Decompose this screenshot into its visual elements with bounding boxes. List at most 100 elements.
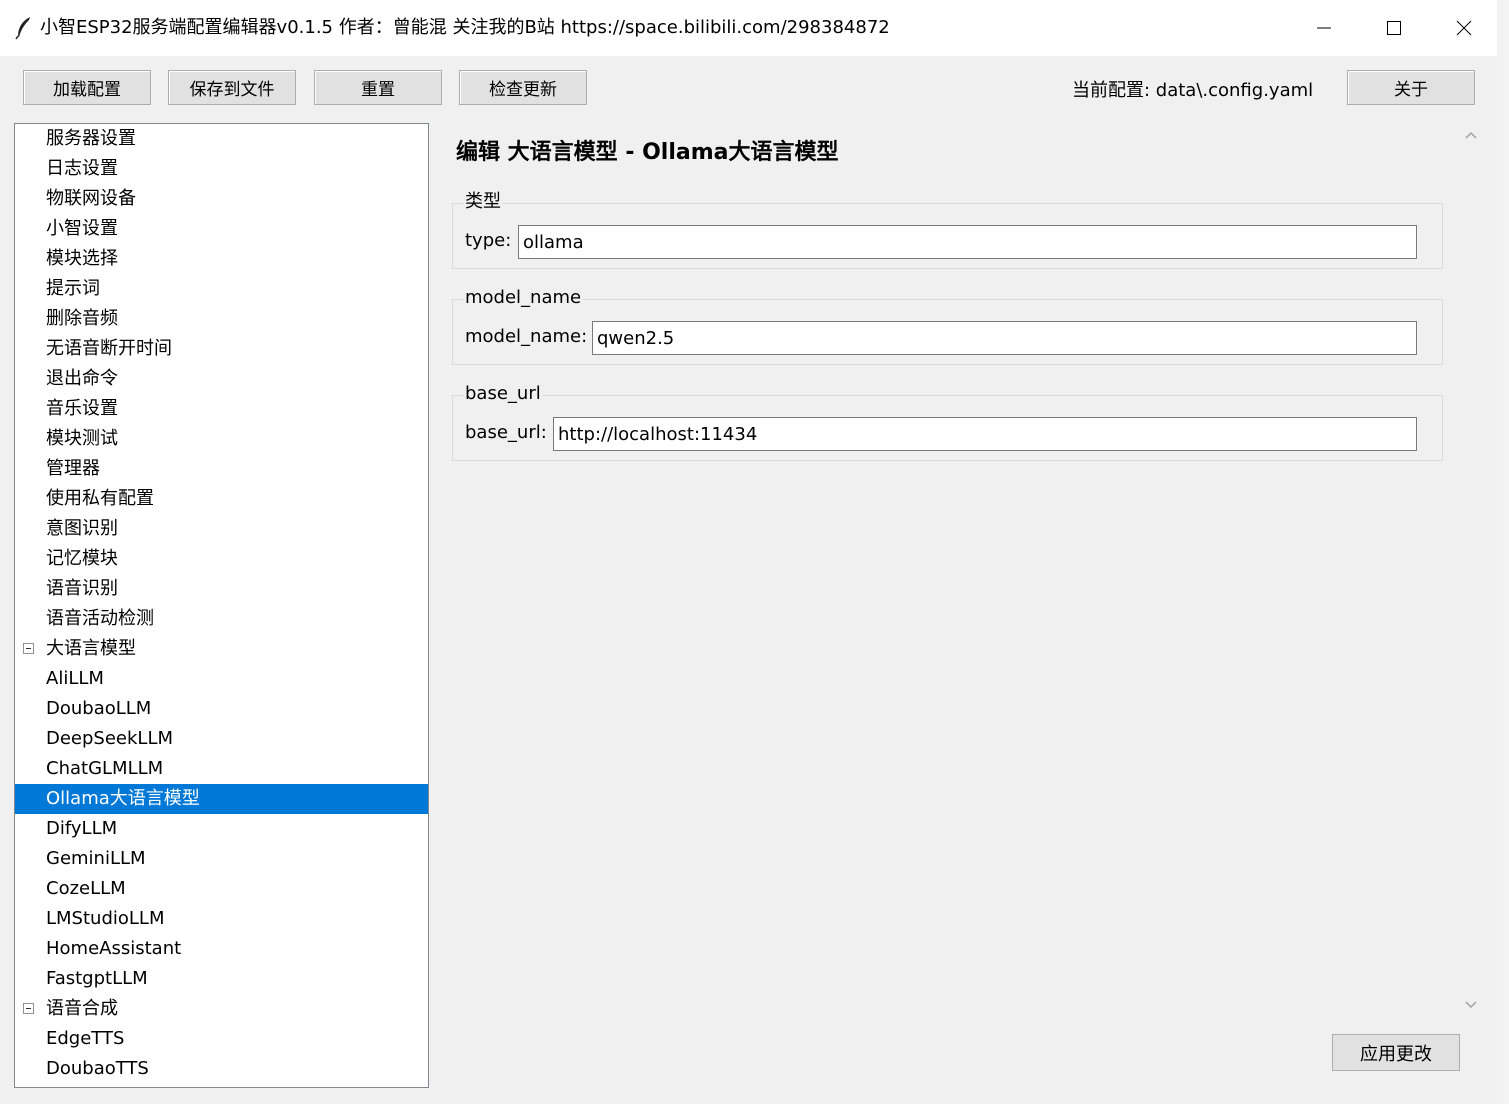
tree-item-label: HomeAssistant <box>46 938 182 959</box>
type-input[interactable] <box>518 225 1417 259</box>
tree-item-label: 物联网设备 <box>46 188 136 209</box>
tree-item[interactable]: HomeAssistant <box>15 934 428 964</box>
model-name-label: model_name: <box>465 326 588 347</box>
tree-item-label: 模块测试 <box>46 428 118 449</box>
tree-item[interactable]: EdgeTTS <box>15 1024 428 1054</box>
group-legend: base_url <box>463 382 543 406</box>
tree-item[interactable]: 模块选择 <box>15 244 428 274</box>
tree-item-label: 语音识别 <box>46 578 118 599</box>
tree-item-label: 删除音频 <box>46 308 118 329</box>
main-window: 小智ESP32服务端配置编辑器v0.1.5 作者：曾能混 关注我的B站 http… <box>0 0 1498 1104</box>
scroll-down-icon[interactable] <box>1463 996 1479 1012</box>
tree-item[interactable]: GeminiLLM <box>15 844 428 874</box>
tree-item-label: DeepSeekLLM <box>46 728 174 749</box>
tree-item-label: 音乐设置 <box>46 398 118 419</box>
tree-item[interactable]: 日志设置 <box>15 154 428 184</box>
tree-item[interactable]: CozeLLM <box>15 874 428 904</box>
type-label: type: <box>465 230 512 251</box>
tree-item-label: DoubaoLLM <box>46 698 152 719</box>
tree-item[interactable]: 小智设置 <box>15 214 428 244</box>
tree-item[interactable]: 服务器设置 <box>15 124 428 154</box>
current-config-label: 当前配置: data\.config.yaml <box>1072 80 1314 101</box>
tree-item[interactable]: AliLLM <box>15 664 428 694</box>
base-url-group: base_url base_url: <box>452 382 1443 461</box>
tree-item-label: 大语言模型 <box>46 638 136 659</box>
tree-item[interactable]: DoubaoLLM <box>15 694 428 724</box>
apply-changes-button[interactable]: 应用更改 <box>1332 1034 1460 1071</box>
close-button[interactable] <box>1429 0 1499 56</box>
tree-item-label: 意图识别 <box>46 518 118 539</box>
tree-item[interactable]: DeepSeekLLM <box>15 724 428 754</box>
about-button[interactable]: 关于 <box>1347 70 1475 105</box>
tree-item[interactable]: DifyLLM <box>15 814 428 844</box>
background-window-edge <box>1497 0 1509 1104</box>
group-legend: model_name <box>463 286 584 310</box>
base-url-label: base_url: <box>465 422 547 443</box>
tree-item[interactable]: 意图识别 <box>15 514 428 544</box>
tree-item[interactable]: LMStudioLLM <box>15 904 428 934</box>
scroll-up-icon[interactable] <box>1463 128 1479 144</box>
tree-item-label: 提示词 <box>46 278 100 299</box>
tree-item-label: FastgptLLM <box>46 968 148 989</box>
tree-item-label: 退出命令 <box>46 368 118 389</box>
maximize-icon <box>1387 21 1401 35</box>
tree-item-label: 小智设置 <box>46 218 118 239</box>
tree-item[interactable]: 语音活动检测 <box>15 604 428 634</box>
tree-item[interactable]: ChatGLMLLM <box>15 754 428 784</box>
tree-item-label: EdgeTTS <box>46 1028 125 1049</box>
tree-item-label: LMStudioLLM <box>46 908 165 929</box>
save-to-file-button[interactable]: 保存到文件 <box>168 70 296 105</box>
tree-item[interactable]: 管理器 <box>15 454 428 484</box>
tree-item-label: 无语音断开时间 <box>46 338 172 359</box>
tree-item-label: DoubaoTTS <box>46 1058 149 1079</box>
feather-icon <box>14 16 34 40</box>
tree-item-label: CozeLLM <box>46 878 126 899</box>
model-name-group: model_name model_name: <box>452 286 1443 365</box>
check-update-button[interactable]: 检查更新 <box>459 70 587 105</box>
tree-item[interactable]: 语音合成 <box>15 994 428 1024</box>
tree-item[interactable]: 大语言模型 <box>15 634 428 664</box>
tree-item[interactable]: 退出命令 <box>15 364 428 394</box>
config-tree[interactable]: 服务器设置日志设置物联网设备小智设置模块选择提示词删除音频无语音断开时间 退出命令… <box>14 123 429 1088</box>
load-config-button[interactable]: 加载配置 <box>23 70 151 105</box>
tree-item[interactable]: 删除音频 <box>15 304 428 334</box>
tree-item-label: 管理器 <box>46 458 100 479</box>
collapse-icon[interactable] <box>23 643 34 654</box>
model-name-input[interactable] <box>592 321 1417 355</box>
editor-title: 编辑 大语言模型 - Ollama大语言模型 <box>456 140 839 165</box>
tree-item[interactable]: DoubaoTTS <box>15 1054 428 1084</box>
tree-item-label: 日志设置 <box>46 158 118 179</box>
tree-item[interactable]: 无语音断开时间 <box>15 334 428 364</box>
type-group: 类型 type: <box>452 190 1443 269</box>
close-icon <box>1456 20 1472 36</box>
tree-item-label: 模块选择 <box>46 248 118 269</box>
tree-item-label: 语音合成 <box>46 998 118 1019</box>
tree-item-label: ChatGLMLLM <box>46 758 164 779</box>
minimize-button[interactable] <box>1289 0 1359 56</box>
tree-item-label: 使用私有配置 <box>46 488 154 509</box>
tree-item-label: 服务器设置 <box>46 128 136 149</box>
group-legend: 类型 <box>463 190 503 214</box>
tree-item[interactable]: 模块测试 <box>15 424 428 454</box>
collapse-icon[interactable] <box>23 1003 34 1014</box>
maximize-button[interactable] <box>1359 0 1429 56</box>
tree-item[interactable]: 记忆模块 <box>15 544 428 574</box>
tree-item[interactable]: 提示词 <box>15 274 428 304</box>
title-bar[interactable]: 小智ESP32服务端配置编辑器v0.1.5 作者：曾能混 关注我的B站 http… <box>0 0 1497 56</box>
tree-item[interactable]: 音乐设置 <box>15 394 428 424</box>
tree-item[interactable]: 物联网设备 <box>15 184 428 214</box>
tree-item-label: 语音活动检测 <box>46 608 154 629</box>
reset-button[interactable]: 重置 <box>314 70 442 105</box>
tree-item-label: GeminiLLM <box>46 848 146 869</box>
window-title: 小智ESP32服务端配置编辑器v0.1.5 作者：曾能混 关注我的B站 http… <box>40 17 890 38</box>
tree-item-label: AliLLM <box>46 668 104 689</box>
base-url-input[interactable] <box>553 417 1417 451</box>
tree-item-label: DifyLLM <box>46 818 118 839</box>
tree-item[interactable]: Ollama大语言模型 <box>15 784 428 814</box>
tree-item-label: 记忆模块 <box>46 548 118 569</box>
tree-item[interactable]: 使用私有配置 <box>15 484 428 514</box>
tree-item-label: Ollama大语言模型 <box>46 788 200 809</box>
minimize-icon <box>1317 27 1331 29</box>
tree-item[interactable]: FastgptLLM <box>15 964 428 994</box>
tree-item[interactable]: 语音识别 <box>15 574 428 604</box>
